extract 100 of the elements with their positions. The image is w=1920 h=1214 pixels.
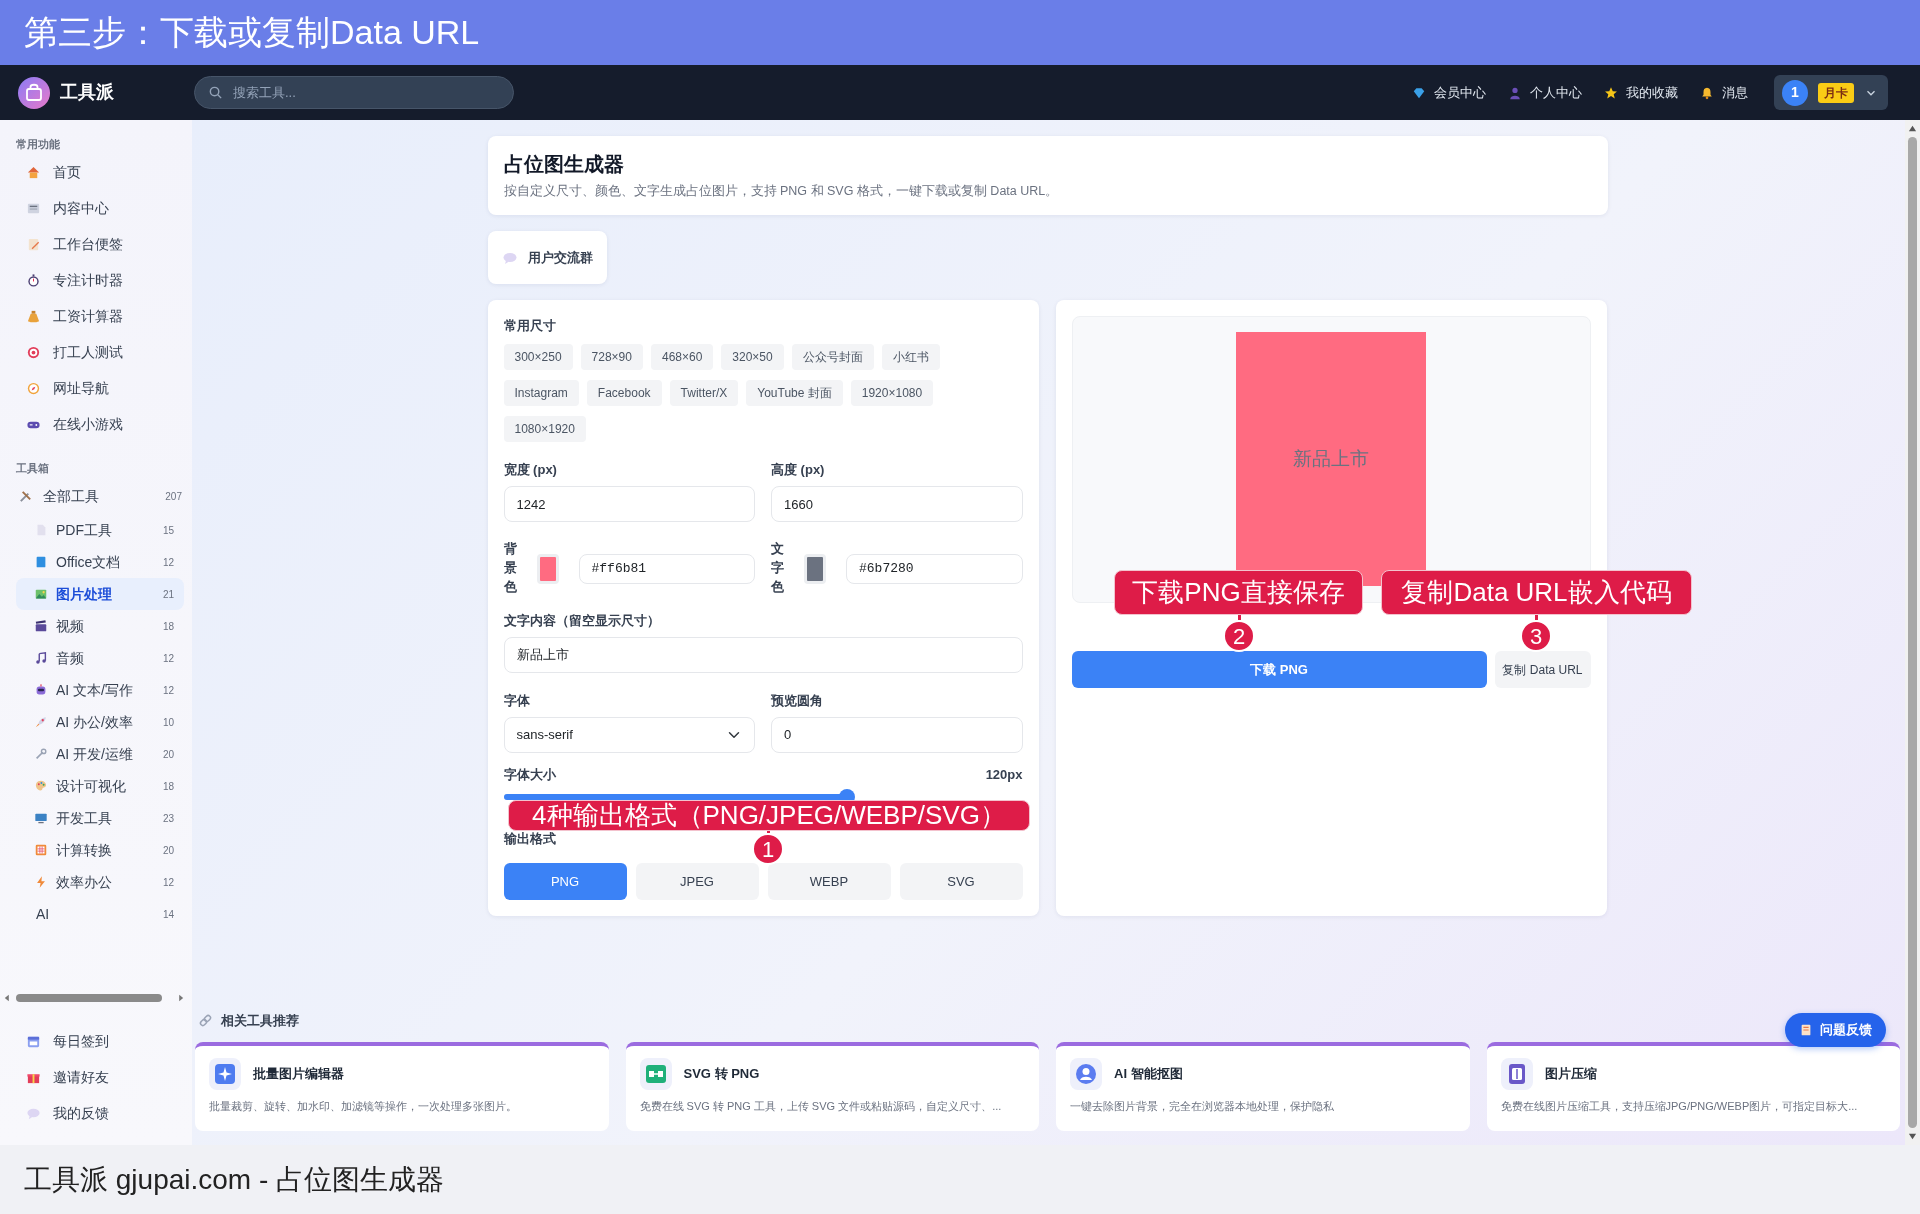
annotation-tooltip: 4种输出格式（PNG/JPEG/WEBP/SVG） xyxy=(508,800,1030,831)
font-select[interactable]: sans-serif xyxy=(503,716,755,753)
sidebar-item[interactable]: 打工人测试 xyxy=(0,334,192,370)
field-label: 文字色 xyxy=(771,540,784,596)
sidebar-item[interactable]: 全部工具 207 xyxy=(0,478,192,514)
field-label: 文字内容（留空显示尺寸） xyxy=(503,611,661,630)
tool-card-description: 免费在线 SVG 转 PNG 工具，上传 SVG 文件或粘贴源码，自定义尺寸、... xyxy=(639,1099,1003,1114)
input-field[interactable]: #ff6b81 xyxy=(578,553,755,584)
tool-card-title: 图片压缩 xyxy=(1544,1065,1597,1084)
input-field[interactable]: 0 xyxy=(771,716,1023,753)
tool-card[interactable]: 批量图片编辑器 批量裁剪、旋转、加水印、加滤镜等操作，一次处理多张图片。 xyxy=(195,1042,609,1131)
sidebar-item[interactable]: 音频 12 xyxy=(0,642,184,674)
item-count: 10 xyxy=(162,715,174,730)
field-label: 字体 xyxy=(503,691,531,710)
sidebar-item[interactable]: 首页 xyxy=(0,154,192,190)
section-title: 常用功能 xyxy=(15,137,61,152)
sidebar-item[interactable]: 效率办公 12 xyxy=(0,866,184,898)
placeholder-text: 新品上市 xyxy=(1293,447,1369,471)
banner-title: 第三步：下载或复制Data URL xyxy=(24,12,480,53)
section-title: 工具箱 xyxy=(15,461,50,476)
format-button[interactable]: WEBP xyxy=(767,862,891,900)
item-count: 207 xyxy=(165,489,182,504)
sidebar-item[interactable]: 计算转换 20 xyxy=(0,834,184,866)
sidebar-item[interactable]: AI 14 xyxy=(0,898,184,930)
size-preset-button[interactable]: Facebook xyxy=(586,380,662,407)
sidebar-item[interactable]: AI 文本/写作 12 xyxy=(0,674,184,706)
tool-card[interactable]: SVG 转 PNG 免费在线 SVG 转 PNG 工具，上传 SVG 文件或粘贴源码，自定义尺寸、... xyxy=(625,1042,1039,1131)
size-preset-button[interactable]: 公众号封面 xyxy=(791,344,874,371)
item-count: 18 xyxy=(162,619,174,634)
nav-link[interactable]: 个人中心 xyxy=(1508,82,1582,103)
sidebar-item[interactable]: 视频 18 xyxy=(0,610,184,642)
sidebar-item[interactable]: 每日签到 xyxy=(0,1023,192,1059)
nav-link[interactable]: 我的收藏 xyxy=(1604,82,1678,103)
tool-card-description: 一键去除图片背景，完全在浏览器本地处理，保护隐私 xyxy=(1070,1099,1335,1114)
format-button[interactable]: JPEG xyxy=(635,862,759,900)
item-count: 20 xyxy=(162,843,174,858)
size-preset-button[interactable]: 468×60 xyxy=(650,344,714,371)
tool-card-title: AI 智能抠图 xyxy=(1114,1065,1183,1084)
format-button[interactable]: SVG xyxy=(899,862,1023,900)
tool-card[interactable]: 图片压缩 免费在线图片压缩工具，支持压缩JPG/PNG/WEBP图片，可指定目标大... xyxy=(1486,1042,1900,1131)
field-label: 宽度 (px) xyxy=(503,461,558,480)
annotation-tooltip: 下载PNG直接保存 xyxy=(1114,570,1363,615)
feedback-button[interactable]: 问题反馈 xyxy=(1785,1013,1886,1047)
caption-text: 工具派 gjupai.com - 占位图生成器 xyxy=(24,1162,445,1197)
field-label: 预览圆角 xyxy=(771,691,824,710)
item-count: 18 xyxy=(162,779,174,794)
user-group-button[interactable]: 用户交流群 xyxy=(487,230,607,285)
sidebar-item[interactable]: 图片处理 21 xyxy=(16,578,184,610)
avatar: 1 xyxy=(1782,79,1808,106)
nav-link[interactable]: 会员中心 xyxy=(1412,82,1486,103)
font-size-reading: 120px xyxy=(985,765,1023,784)
size-preset-button[interactable]: 320×50 xyxy=(721,344,784,371)
brand-name: 工具派 xyxy=(60,81,114,104)
item-count: 21 xyxy=(162,587,174,602)
sidebar-item[interactable]: 工作台便签 xyxy=(0,226,192,262)
tool-card[interactable]: AI 智能抠图 一键去除图片背景，完全在浏览器本地处理，保护隐私 xyxy=(1056,1042,1470,1131)
sidebar-item[interactable]: 开发工具 23 xyxy=(0,802,184,834)
field-label: 背景色 xyxy=(503,540,517,596)
sidebar-item[interactable]: 网址导航 xyxy=(0,370,192,406)
format-button[interactable]: PNG xyxy=(503,862,627,900)
sidebar-item[interactable]: 在线小游戏 xyxy=(0,406,192,442)
item-count: 20 xyxy=(162,747,174,762)
user-menu-button[interactable]: 1 月卡 xyxy=(1774,75,1888,110)
annotation-tooltip: 复制Data URL嵌入代码 xyxy=(1381,570,1692,615)
item-count: 12 xyxy=(162,683,174,698)
sidebar-item[interactable]: Office文档 12 xyxy=(0,546,184,578)
size-preset-button[interactable]: Instagram xyxy=(503,380,579,407)
tool-title: 占位图生成器 xyxy=(503,152,625,176)
size-preset-button[interactable]: 300×250 xyxy=(503,344,573,371)
sidebar-item[interactable]: PDF工具 15 xyxy=(0,514,184,546)
nav-link[interactable]: 消息 xyxy=(1700,82,1748,103)
field-label: 高度 (px) xyxy=(771,461,826,480)
input-field[interactable]: #6b7280 xyxy=(846,553,1023,584)
sidebar-item[interactable]: 内容中心 xyxy=(0,190,192,226)
size-preset-button[interactable]: 1080×1920 xyxy=(503,416,586,443)
sidebar-item[interactable]: 专注计时器 xyxy=(0,262,192,298)
item-count: 12 xyxy=(162,651,174,666)
sidebar-item[interactable]: 设计可视化 18 xyxy=(0,770,184,802)
search-field[interactable]: 搜索工具... xyxy=(194,76,514,109)
tool-card-title: 批量图片编辑器 xyxy=(253,1065,344,1084)
size-preset-button[interactable]: YouTube 封面 xyxy=(746,380,843,407)
download-button[interactable]: 下载 PNG xyxy=(1071,651,1487,689)
tool-description: 按自定义尺寸、颜色、文字生成占位图片，支持 PNG 和 SVG 格式，一键下载或复制 Data URL。 xyxy=(503,183,1060,200)
size-preset-button[interactable]: Twitter/X xyxy=(669,380,739,407)
copy-button[interactable]: 复制 Data URL xyxy=(1494,651,1591,689)
sidebar-item[interactable]: 邀请好友 xyxy=(0,1059,192,1095)
size-preset-button[interactable]: 小红书 xyxy=(881,344,940,371)
size-preset-button[interactable]: 728×90 xyxy=(580,344,643,371)
sidebar-item[interactable]: AI 开发/运维 20 xyxy=(0,738,184,770)
field-label: 常用尺寸 xyxy=(503,317,557,336)
sidebar-item[interactable]: AI 办公/效率 10 xyxy=(0,706,184,738)
input-field[interactable]: 1242 xyxy=(503,486,755,523)
sidebar-item[interactable]: 我的反馈 xyxy=(0,1095,192,1131)
item-count: 12 xyxy=(162,875,174,890)
input-field[interactable]: 1660 xyxy=(771,486,1023,523)
size-preset-button[interactable]: 1920×1080 xyxy=(850,380,934,407)
item-count: 15 xyxy=(162,523,174,538)
item-count: 12 xyxy=(162,555,174,570)
input-field[interactable]: 新品上市 xyxy=(503,636,1023,673)
sidebar-item[interactable]: 工资计算器 xyxy=(0,298,192,334)
